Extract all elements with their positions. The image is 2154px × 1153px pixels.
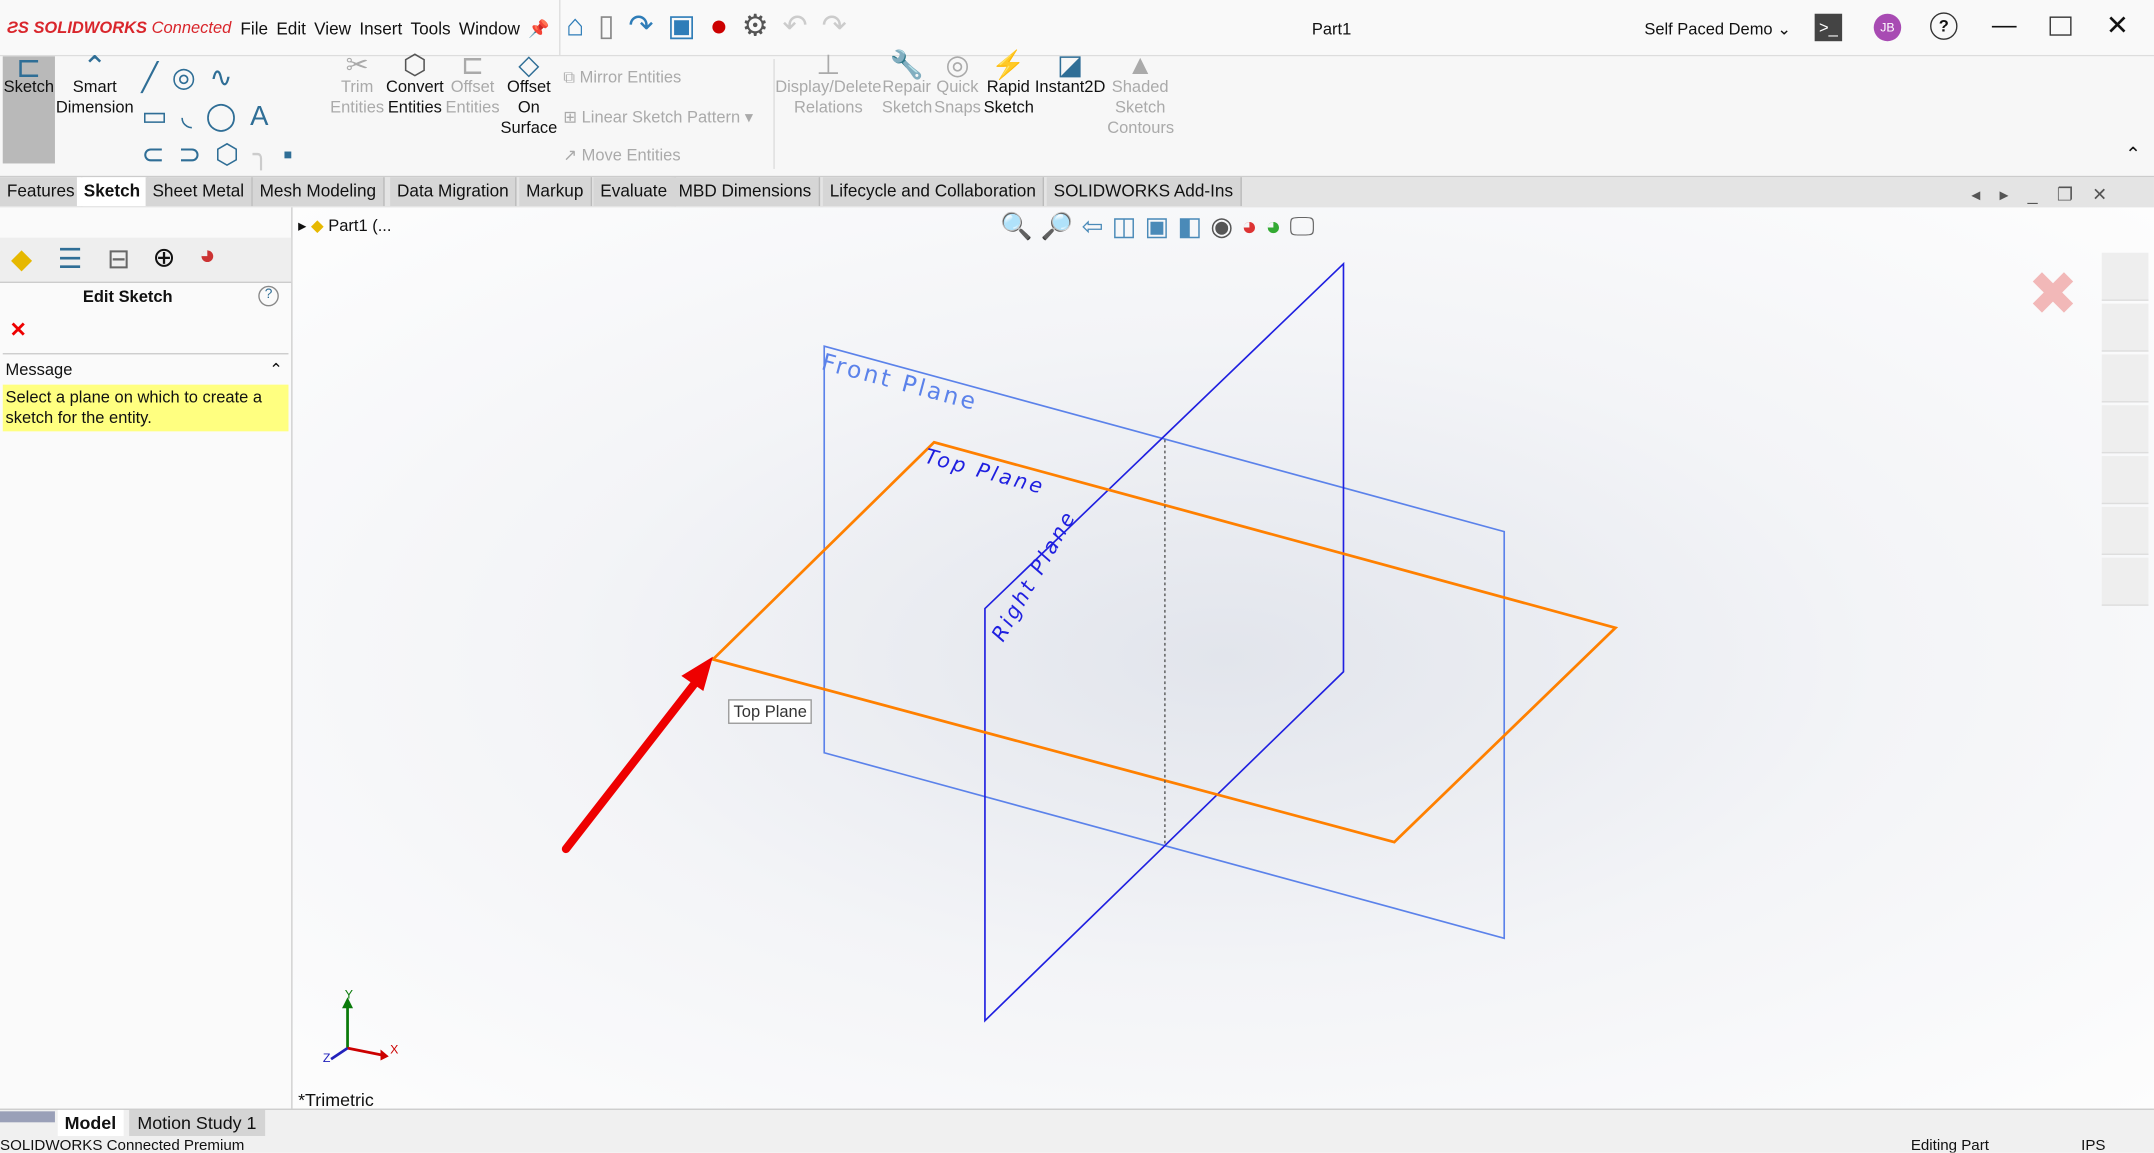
top-plane[interactable] xyxy=(710,440,1619,844)
file-explorer-icon[interactable] xyxy=(2101,303,2149,352)
red-arrow xyxy=(561,671,705,854)
status-bar: SOLIDWORKS Connected Premium Editing Par… xyxy=(0,1136,2154,1153)
tab-model[interactable]: Model xyxy=(57,1109,124,1137)
design-library-icon[interactable] xyxy=(2101,252,2149,301)
arrow-head xyxy=(681,656,713,691)
appearances-icon[interactable] xyxy=(2101,405,2149,454)
x-axis-label: X xyxy=(390,1042,399,1057)
tab-scroll-arrows[interactable] xyxy=(0,1111,55,1123)
graphics-area[interactable]: ▸ ◆ Part1 (... 🔍🔎⇦◫▣◧◉◕◕🖵 ◂▸_❐✕ ✖ Front … xyxy=(292,184,2154,1110)
status-product: SOLIDWORKS Connected Premium xyxy=(0,1137,245,1153)
front-plane[interactable] xyxy=(823,345,1506,940)
view-name: *Trimetric xyxy=(298,1089,374,1110)
bottom-tabs: Model Motion Study 1 xyxy=(0,1108,2154,1138)
y-axis-label: Y xyxy=(344,987,354,1002)
tooltip: Top Plane xyxy=(728,699,813,724)
custom-properties-icon[interactable] xyxy=(2101,456,2149,505)
status-mode: Editing Part xyxy=(1910,1137,1989,1153)
solidworks-forum-icon[interactable] xyxy=(2101,506,2149,555)
units-selector[interactable]: IPS xyxy=(2081,1136,2105,1152)
planes-drawing xyxy=(561,261,1619,1023)
z-axis-label: Z xyxy=(322,1050,331,1065)
resources-icon[interactable] xyxy=(2101,557,2149,606)
triad-axes xyxy=(330,997,389,1061)
view-palette-icon[interactable] xyxy=(2101,354,2149,403)
right-plane[interactable] xyxy=(984,261,1345,1023)
tab-motion-study-1[interactable]: Motion Study 1 xyxy=(129,1109,265,1137)
